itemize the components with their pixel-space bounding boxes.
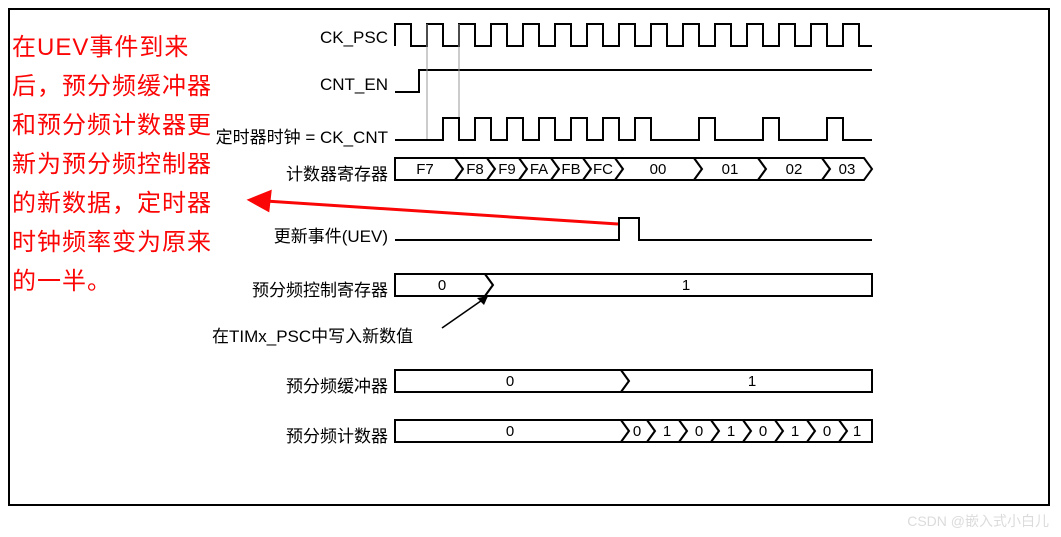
label-uev: 更新事件(UEV) <box>274 222 388 247</box>
watermark: CSDN @嵌入式小白儿 <box>907 511 1049 531</box>
cnt-val: 02 <box>786 161 803 178</box>
cnt-val: FA <box>530 161 548 178</box>
psc-buf-track <box>395 370 872 392</box>
cnt-val: 01 <box>722 161 739 178</box>
cnt-en-wave <box>395 70 872 92</box>
label-psc-write: 在TIMx_PSC中写入新数值 <box>212 322 413 347</box>
red-arrow <box>250 192 618 224</box>
cnt-val: FC <box>593 161 613 178</box>
cnt-val: F9 <box>498 161 516 178</box>
psc-buf-after: 1 <box>748 373 756 390</box>
psc-ctrl-before: 0 <box>438 277 446 294</box>
label-ck-cnt: 定时器时钟 = CK_CNT <box>216 123 388 148</box>
label-cnt-en: CNT_EN <box>320 75 388 95</box>
ck-psc-wave <box>395 24 872 46</box>
cnt-val: 00 <box>650 161 667 178</box>
cnt-val: 03 <box>839 161 856 178</box>
label-psc-ctrl: 预分频控制寄存器 <box>252 276 388 301</box>
psc-cnt-v: 0 <box>823 423 831 440</box>
cnt-val: F8 <box>466 161 484 178</box>
psc-cnt-v: 1 <box>791 423 799 440</box>
label-psc-buf: 预分频缓冲器 <box>286 372 388 397</box>
label-ck-psc: CK_PSC <box>320 28 388 48</box>
psc-cnt-v: 0 <box>695 423 703 440</box>
psc-ctrl-track <box>395 274 872 296</box>
psc-cnt-v: 1 <box>727 423 735 440</box>
label-counter-reg: 计数器寄存器 <box>286 160 388 185</box>
psc-cnt-v: 1 <box>853 423 861 440</box>
psc-cnt-v: 0 <box>759 423 767 440</box>
psc-cnt-before: 0 <box>506 423 514 440</box>
psc-ctrl-after: 1 <box>682 277 690 294</box>
cnt-val: F7 <box>416 161 434 178</box>
cnt-val: FB <box>561 161 580 178</box>
psc-buf-before: 0 <box>506 373 514 390</box>
ck-cnt-wave <box>395 118 872 140</box>
psc-cnt-v: 1 <box>663 423 671 440</box>
psc-cnt-v: 0 <box>633 423 641 440</box>
label-psc-cnt: 预分频计数器 <box>286 422 388 447</box>
uev-wave <box>395 218 872 240</box>
